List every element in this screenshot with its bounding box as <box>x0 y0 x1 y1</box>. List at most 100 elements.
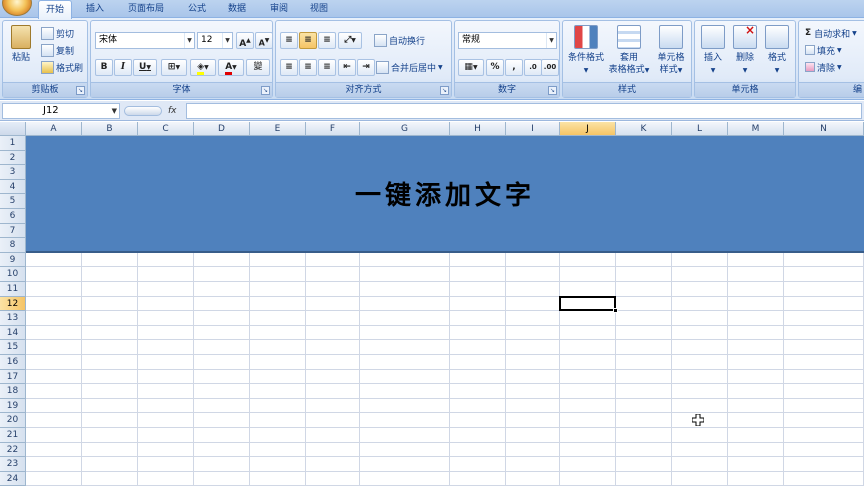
font-launcher-icon[interactable]: ↘ <box>261 86 270 95</box>
cut-button[interactable]: 剪切 <box>41 25 74 41</box>
select-all-corner[interactable] <box>0 122 26 136</box>
row-header-16[interactable]: 16 <box>0 355 26 370</box>
row-header-8[interactable]: 8 <box>0 238 26 253</box>
tab-page-layout[interactable]: 页面布局 <box>118 0 174 18</box>
column-header-f[interactable]: F <box>306 122 360 136</box>
row-header-7[interactable]: 7 <box>0 223 26 239</box>
font-size-combo[interactable]: 12 ▼ <box>197 32 233 49</box>
column-header-g[interactable]: G <box>360 122 450 136</box>
phonetic-button[interactable]: 變 <box>246 59 270 76</box>
row-header-18[interactable]: 18 <box>0 384 26 399</box>
row-header-4[interactable]: 4 <box>0 179 26 195</box>
paste-button[interactable]: 粘贴 <box>6 25 36 64</box>
tab-data[interactable]: 数据 <box>220 0 254 18</box>
align-top-icon[interactable]: ≡ <box>280 32 298 49</box>
column-header-n[interactable]: N <box>784 122 864 136</box>
column-header-c[interactable]: C <box>138 122 194 136</box>
row-header-19[interactable]: 19 <box>0 398 26 414</box>
clear-button[interactable]: 清除 ▼ <box>805 59 842 75</box>
increase-decimal-icon[interactable]: .0 <box>524 59 542 76</box>
number-format-combo[interactable]: 常规 ▼ <box>458 32 557 49</box>
name-box[interactable]: J12 ▼ <box>2 103 120 119</box>
merge-center-button[interactable]: 合并后居中 ▼ <box>376 59 443 75</box>
delete-cells-button[interactable]: × 删除 ▼ <box>729 24 761 77</box>
cell-styles-button[interactable]: 单元格 样式▼ <box>651 25 691 77</box>
tab-insert[interactable]: 插入 <box>78 0 112 18</box>
tab-home[interactable]: 开始 <box>38 0 72 19</box>
font-color-button[interactable]: A▼ <box>218 59 244 76</box>
underline-button[interactable]: U▼ <box>133 59 157 76</box>
active-cell-j12[interactable] <box>559 295 618 314</box>
insert-function-icon[interactable]: fx <box>168 103 182 119</box>
alignment-launcher-icon[interactable]: ↘ <box>440 86 449 95</box>
increase-indent-icon[interactable]: ⇥ <box>357 59 375 76</box>
row-header-22[interactable]: 22 <box>0 442 26 458</box>
column-header-d[interactable]: D <box>194 122 250 136</box>
row-header-13[interactable]: 13 <box>0 311 26 326</box>
align-center-icon[interactable]: ≡ <box>299 59 317 76</box>
worksheet-grid[interactable]: ABCDEFGHIJKLMN 1 2 3 4 5 6 7 8 9 10 11 12 13 14 15 16 17… <box>0 122 864 486</box>
clipboard-launcher-icon[interactable]: ↘ <box>76 86 85 95</box>
format-painter-button[interactable]: 格式刷 <box>41 59 83 75</box>
row-header-6[interactable]: 6 <box>0 209 26 224</box>
column-header-l[interactable]: L <box>672 122 728 136</box>
tab-view[interactable]: 视图 <box>302 0 336 18</box>
row-header-14[interactable]: 14 <box>0 325 26 341</box>
bold-button[interactable]: B <box>95 59 113 76</box>
format-as-table-button[interactable]: 套用 表格格式▼ <box>607 25 651 77</box>
formula-bar-splitter-icon[interactable] <box>124 106 162 116</box>
number-launcher-icon[interactable]: ↘ <box>548 86 557 95</box>
formula-input[interactable] <box>186 103 862 119</box>
font-name-combo[interactable]: 宋体 ▼ <box>95 32 195 49</box>
currency-button[interactable]: ▦▼ <box>458 59 484 76</box>
shrink-font-button[interactable]: A▼ <box>255 32 273 49</box>
title-banner[interactable]: 一键添加文字 <box>26 136 864 253</box>
fill-handle[interactable] <box>613 308 618 314</box>
column-header-h[interactable]: H <box>450 122 506 136</box>
align-left-icon[interactable]: ≡ <box>280 59 298 76</box>
row-header-10[interactable]: 10 <box>0 267 26 282</box>
row-header-2[interactable]: 2 <box>0 150 26 166</box>
fill-button[interactable]: 填充 ▼ <box>805 42 842 58</box>
row-header-24[interactable]: 24 <box>0 471 26 486</box>
column-header-m[interactable]: M <box>728 122 784 136</box>
insert-cells-button[interactable]: 插入 ▼ <box>697 25 729 77</box>
copy-button[interactable]: 复制 <box>41 42 74 58</box>
align-right-icon[interactable]: ≡ <box>318 59 336 76</box>
row-header-20[interactable]: 20 <box>0 413 26 428</box>
row-header-21[interactable]: 21 <box>0 428 26 443</box>
tab-review[interactable]: 审阅 <box>262 0 296 18</box>
conditional-format-button[interactable]: 条件格式 ▼ <box>565 25 607 77</box>
autosum-button[interactable]: Σ 自动求和 ▼ <box>805 25 857 41</box>
format-cells-button[interactable]: 格式 ▼ <box>761 25 793 77</box>
fill-color-button[interactable]: ◈▼ <box>190 59 216 76</box>
align-middle-icon[interactable]: ≡ <box>299 32 317 49</box>
orientation-icon[interactable]: ⤢▼ <box>338 32 362 49</box>
row-header-12[interactable]: 12 <box>0 296 26 312</box>
row-header-11[interactable]: 11 <box>0 282 26 297</box>
tab-formulas[interactable]: 公式 <box>180 0 214 18</box>
row-header-23[interactable]: 23 <box>0 457 26 472</box>
row-header-5[interactable]: 5 <box>0 194 26 209</box>
borders-button[interactable]: ⊞▼ <box>161 59 187 76</box>
row-header-9[interactable]: 9 <box>0 252 26 268</box>
decrease-decimal-icon[interactable]: .00 <box>541 59 559 76</box>
column-header-a[interactable]: A <box>26 122 82 136</box>
column-header-k[interactable]: K <box>616 122 672 136</box>
row-header-17[interactable]: 17 <box>0 369 26 385</box>
row-header-1[interactable]: 1 <box>0 136 26 151</box>
italic-button[interactable]: I <box>114 59 132 76</box>
column-header-i[interactable]: I <box>506 122 560 136</box>
column-header-j[interactable]: J <box>560 122 616 136</box>
row-header-3[interactable]: 3 <box>0 165 26 180</box>
percent-button[interactable]: % <box>486 59 504 76</box>
comma-button[interactable]: , <box>505 59 523 76</box>
column-header-e[interactable]: E <box>250 122 306 136</box>
align-bottom-icon[interactable]: ≡ <box>318 32 336 49</box>
grow-font-button[interactable]: A▲ <box>236 32 254 49</box>
office-button[interactable] <box>2 0 32 16</box>
column-header-b[interactable]: B <box>82 122 138 136</box>
row-header-15[interactable]: 15 <box>0 340 26 355</box>
wrap-text-button[interactable]: 自动换行 <box>374 32 425 48</box>
decrease-indent-icon[interactable]: ⇤ <box>338 59 356 76</box>
